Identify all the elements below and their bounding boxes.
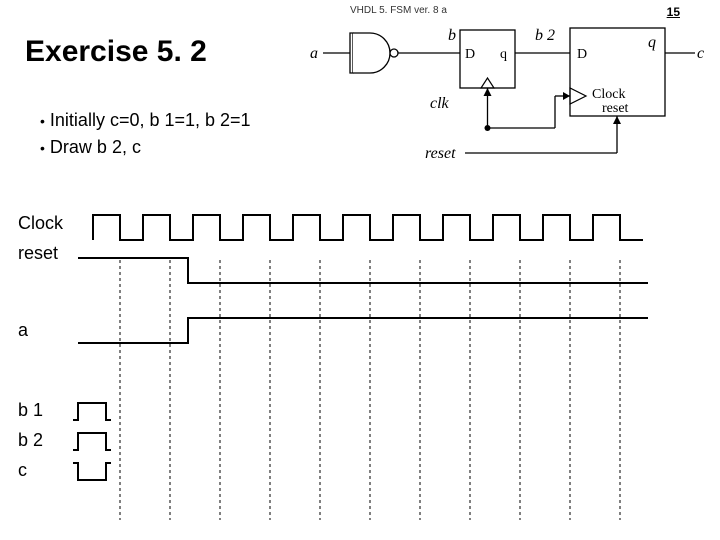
wave-reset: [18, 253, 708, 303]
page-number: 15: [667, 5, 680, 19]
bullet-item: • Draw b 2, c: [40, 137, 251, 158]
label-clk: clk: [430, 95, 450, 112]
flipflop-2: D q Clock reset: [570, 28, 665, 116]
svg-text:D: D: [577, 47, 587, 62]
bullet-list: • Initially c=0, b 1=1, b 2=1 • Draw b 2…: [40, 110, 251, 164]
label-a: a: [310, 45, 318, 62]
flipflop-1: D q: [460, 30, 515, 88]
circuit-diagram: a b 1 D q b 2 D q Clock reset c clk rese…: [295, 18, 715, 178]
svg-text:q: q: [648, 34, 656, 51]
label-c: c: [697, 45, 704, 62]
svg-text:q: q: [500, 47, 507, 62]
slide-header: VHDL 5. FSM ver. 8 a: [350, 5, 447, 16]
svg-text:reset: reset: [602, 101, 629, 116]
label-reset: reset: [425, 145, 456, 162]
label-b2: b 2: [535, 27, 555, 44]
page-title: Exercise 5. 2: [25, 35, 207, 69]
bullet-item: • Initially c=0, b 1=1, b 2=1: [40, 110, 251, 131]
wave-a: [18, 313, 708, 363]
wave-c: [18, 455, 708, 490]
timing-diagram: Clock reset a b 1 b 2 c: [18, 205, 708, 525]
wave-clock: [18, 210, 708, 250]
svg-text:D: D: [465, 47, 475, 62]
nand-gate-icon: [350, 33, 398, 73]
svg-text:Clock: Clock: [592, 87, 625, 102]
